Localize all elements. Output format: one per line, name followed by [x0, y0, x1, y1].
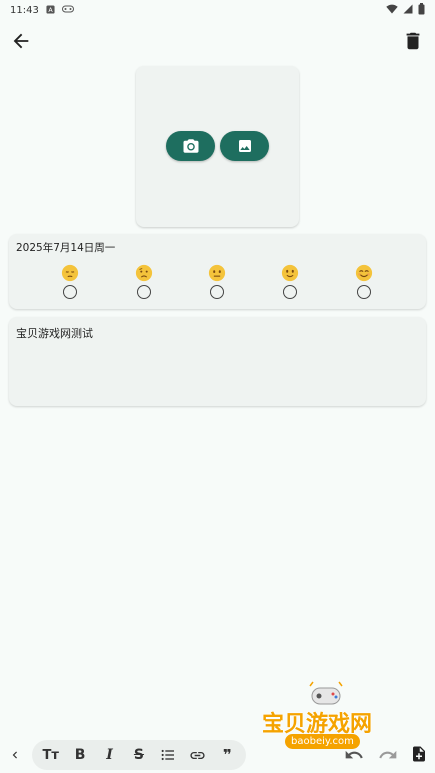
neutral-face-icon [208, 264, 226, 282]
mood-radio-4[interactable] [283, 285, 297, 299]
undo-button[interactable] [344, 745, 364, 765]
format-toolbar: Tт B I S ❞ [32, 740, 246, 770]
camera-button[interactable] [166, 131, 215, 161]
worried-face-icon [135, 264, 153, 282]
camera-icon [183, 139, 198, 153]
mood-radio-3[interactable] [210, 285, 224, 299]
trash-icon [406, 32, 420, 50]
mood-option-4[interactable] [279, 264, 301, 299]
svg-text:A: A [48, 7, 53, 14]
arrow-left-icon [13, 33, 29, 49]
undo-icon [345, 750, 363, 759]
smiling-face-icon [355, 264, 373, 282]
note-editor[interactable]: 宝贝游戏网测试 [9, 317, 426, 406]
back-button[interactable] [10, 30, 32, 52]
battery-icon [418, 2, 425, 18]
mood-radio-5[interactable] [357, 285, 371, 299]
mood-radio-2[interactable] [137, 285, 151, 299]
status-time: 11:43 [10, 4, 39, 16]
status-left: 11:43 A [10, 5, 74, 16]
slight-smile-face-icon [281, 264, 299, 282]
italic-button[interactable]: I [99, 744, 121, 766]
note-text[interactable]: 宝贝游戏网测试 [16, 325, 93, 341]
bullet-list-button[interactable] [157, 744, 179, 766]
redo-icon [379, 750, 397, 759]
redo-button[interactable] [378, 745, 398, 765]
bold-button[interactable]: B [69, 744, 91, 766]
link-icon [190, 751, 205, 759]
quote-button[interactable]: ❞ [216, 744, 238, 766]
status-right [386, 2, 425, 18]
strikethrough-icon: S [133, 747, 145, 763]
mood-option-1[interactable] [59, 264, 81, 299]
entry-date: 2025年7月14日周一 [16, 242, 116, 254]
collapse-toolbar-button[interactable] [6, 744, 24, 766]
text-size-button[interactable]: Tт [40, 744, 62, 766]
wifi-icon [386, 4, 398, 17]
signal-icon [403, 4, 413, 17]
pensive-face-icon [61, 264, 79, 282]
mood-option-2[interactable] [133, 264, 155, 299]
text-size-icon: Tт [42, 747, 59, 763]
app-bar [0, 24, 435, 58]
quote-icon: ❞ [222, 746, 232, 764]
game-notification-icon [61, 5, 74, 15]
gamepad-logo-icon [309, 681, 343, 705]
note-add-icon [413, 746, 425, 762]
link-button[interactable] [187, 744, 209, 766]
delete-button[interactable] [402, 30, 424, 52]
bold-icon: B [74, 747, 86, 763]
bullet-list-icon [161, 749, 175, 761]
mood-radio-1[interactable] [63, 285, 77, 299]
new-note-button[interactable] [410, 744, 430, 766]
photo-card [136, 66, 299, 227]
bottom-toolbar: Tт B I S ❞ [0, 737, 435, 773]
chevron-left-icon [12, 751, 17, 759]
a-notification-icon: A [46, 4, 55, 16]
strikethrough-button[interactable]: S [128, 744, 150, 766]
mood-option-5[interactable] [353, 264, 375, 299]
mood-card: 2025年7月14日周一 [9, 234, 426, 309]
gallery-button[interactable] [220, 131, 269, 161]
mood-option-3[interactable] [206, 264, 228, 299]
status-bar: 11:43 A [0, 0, 435, 20]
image-icon [238, 140, 251, 152]
italic-icon: I [106, 747, 113, 763]
